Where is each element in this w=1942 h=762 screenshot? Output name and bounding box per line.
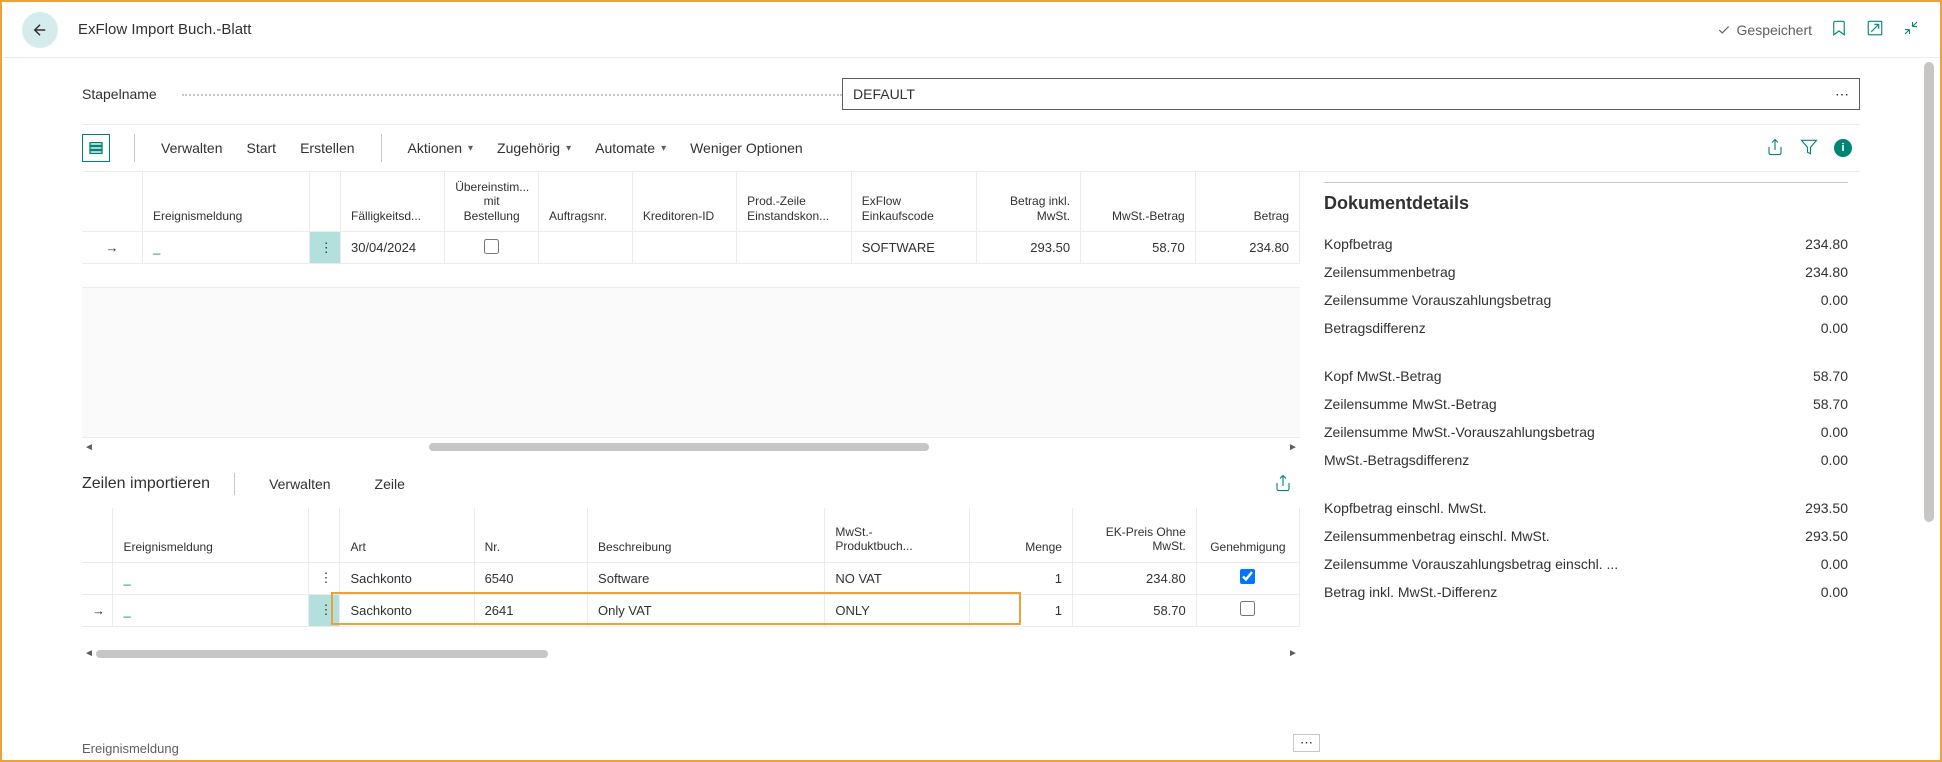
cell-fallig[interactable]: 30/04/2024 [340,232,444,264]
share-icon[interactable] [1766,138,1784,159]
info-icon[interactable]: i [1834,139,1852,157]
col-exflow[interactable]: ExFlowEinkaufscode [851,172,976,232]
col2-mwstbuch[interactable]: MwSt.-Produktbuch... [825,508,969,562]
col-betraginkl[interactable]: Betrag inkl.MwSt. [976,172,1080,232]
cell-exflow[interactable]: SOFTWARE [851,232,976,264]
sub-title: Zeilen importieren [82,475,210,493]
hscrollbar-top[interactable]: ◄ ► [82,438,1300,456]
toolbar-erstellen[interactable]: Erstellen [290,134,364,162]
sub-zeile[interactable]: Zeile [365,470,415,498]
cell-kreditor[interactable] [632,232,736,264]
table-row[interactable]: → _ ⋮ Sachkonto 2641 Only VAT ONLY 1 58.… [82,594,1300,626]
footer-more-button[interactable]: ⋯ [1293,734,1320,752]
table-row[interactable]: _ ⋮ Sachkonto 6540 Software NO VAT 1 234… [82,562,1300,594]
row-menu-button[interactable]: ⋮ [309,232,340,264]
col-ereignis[interactable]: Ereignismeldung [142,172,309,232]
col-betrag[interactable]: Betrag [1195,172,1299,232]
col-uberein[interactable]: Übereinstim...mitBestellung [445,172,539,232]
col2-art[interactable]: Art [340,508,474,562]
cell-betrag[interactable]: 234.80 [1195,232,1299,264]
detail-row: Kopfbetrag einschl. MwSt.293.50 [1324,494,1848,522]
col2-menge[interactable]: Menge [969,508,1072,562]
detail-row: Betrag inkl. MwSt.-Differenz0.00 [1324,578,1848,606]
chevron-down-icon: ▾ [566,143,571,154]
col-auftrag[interactable]: Auftragsnr. [539,172,633,232]
saved-indicator: Gespeichert [1717,22,1812,38]
cell-prodzeile[interactable] [737,232,852,264]
row-selector-icon[interactable]: → [82,232,142,264]
detail-row: Zeilensumme MwSt.-Betrag58.70 [1324,390,1848,418]
detail-row: Zeilensumme Vorauszahlungsbetrag0.00 [1324,286,1848,314]
col2-beschr[interactable]: Beschreibung [588,508,825,562]
toolbar-weniger[interactable]: Weniger Optionen [680,134,813,162]
arrow-left-icon [31,21,49,39]
col2-genehm[interactable]: Genehmigung [1196,508,1299,562]
cell-uberein[interactable] [445,232,539,264]
bookmark-icon[interactable] [1830,19,1848,40]
details-title: Dokumentdetails [1324,182,1848,230]
sub-share-icon[interactable] [1274,474,1300,495]
filter-icon[interactable] [1800,138,1818,159]
table-row[interactable]: → _ ⋮ 30/04/2024 SOFTWARE 293.50 58.70 2… [82,232,1300,264]
stapelname-input[interactable]: DEFAULT ⋯ [842,78,1860,110]
toolbar-aktionen[interactable]: Aktionen▾ [398,134,484,162]
col2-nr[interactable]: Nr. [474,508,587,562]
footer-message: Ereignismeldung [82,741,179,756]
detail-row: Kopfbetrag234.80 [1324,230,1848,258]
list-icon [88,140,104,156]
cell-betraginkl[interactable]: 293.50 [976,232,1080,264]
ellipsis-icon[interactable]: ⋯ [1835,86,1849,103]
cell-ereignis[interactable]: _ [142,232,309,264]
detail-row: Zeilensumme Vorauszahlungsbetrag einschl… [1324,550,1848,578]
scroll-right-icon[interactable]: ► [1286,648,1300,659]
scroll-left-icon[interactable]: ◄ [82,648,96,659]
col2-ereignis[interactable]: Ereignismeldung [113,508,309,562]
scroll-right-icon[interactable]: ► [1286,442,1300,453]
toolbar-start[interactable]: Start [236,134,286,162]
col-kreditor[interactable]: Kreditoren-ID [632,172,736,232]
popout-icon[interactable] [1866,19,1884,40]
view-toggle-button[interactable] [82,134,110,162]
chevron-down-icon: ▾ [468,143,473,154]
collapse-icon[interactable] [1902,19,1920,40]
detail-row: Zeilensumme MwSt.-Vorauszahlungsbetrag0.… [1324,418,1848,446]
toolbar-verwalten[interactable]: Verwalten [151,134,232,162]
row-selector-icon[interactable]: → [82,594,113,626]
row-menu-button[interactable]: ⋮ [309,594,340,626]
scroll-left-icon[interactable]: ◄ [82,442,96,453]
sub-verwalten[interactable]: Verwalten [259,470,340,498]
cell-auftrag[interactable] [539,232,633,264]
details-pane: Dokumentdetails Kopfbetrag234.80 Zeilens… [1300,172,1860,663]
detail-row: Zeilensummenbetrag einschl. MwSt.293.50 [1324,522,1848,550]
back-button[interactable] [22,12,58,48]
toolbar-automate[interactable]: Automate▾ [585,134,676,162]
col-prodzeile[interactable]: Prod.-ZeileEinstandskon... [737,172,852,232]
lines-grid: Ereignismeldung Art Nr. Beschreibung MwS… [82,508,1300,627]
hscrollbar-bottom[interactable]: ◄ ► [82,645,1300,663]
col-fallig[interactable]: Fälligkeitsd... [340,172,444,232]
chevron-down-icon: ▾ [661,143,666,154]
detail-row: Zeilensummenbetrag234.80 [1324,258,1848,286]
check-icon [1717,23,1731,37]
stapelname-label: Stapelname [82,86,842,102]
page-title: ExFlow Import Buch.-Blatt [78,21,251,38]
col2-ekpreis[interactable]: EK-Preis OhneMwSt. [1072,508,1196,562]
import-grid: Ereignismeldung Fälligkeitsd... Übereins… [82,172,1300,438]
detail-row: Kopf MwSt.-Betrag58.70 [1324,362,1848,390]
row-menu-button[interactable]: ⋮ [309,562,340,594]
toolbar-zugehorig[interactable]: Zugehörig▾ [487,134,581,162]
detail-row: Betragsdifferenz0.00 [1324,314,1848,342]
detail-row: MwSt.-Betragsdifferenz0.00 [1324,446,1848,474]
cell-mwst[interactable]: 58.70 [1081,232,1196,264]
vscrollbar[interactable] [1922,62,1936,750]
col-mwst[interactable]: MwSt.-Betrag [1081,172,1196,232]
